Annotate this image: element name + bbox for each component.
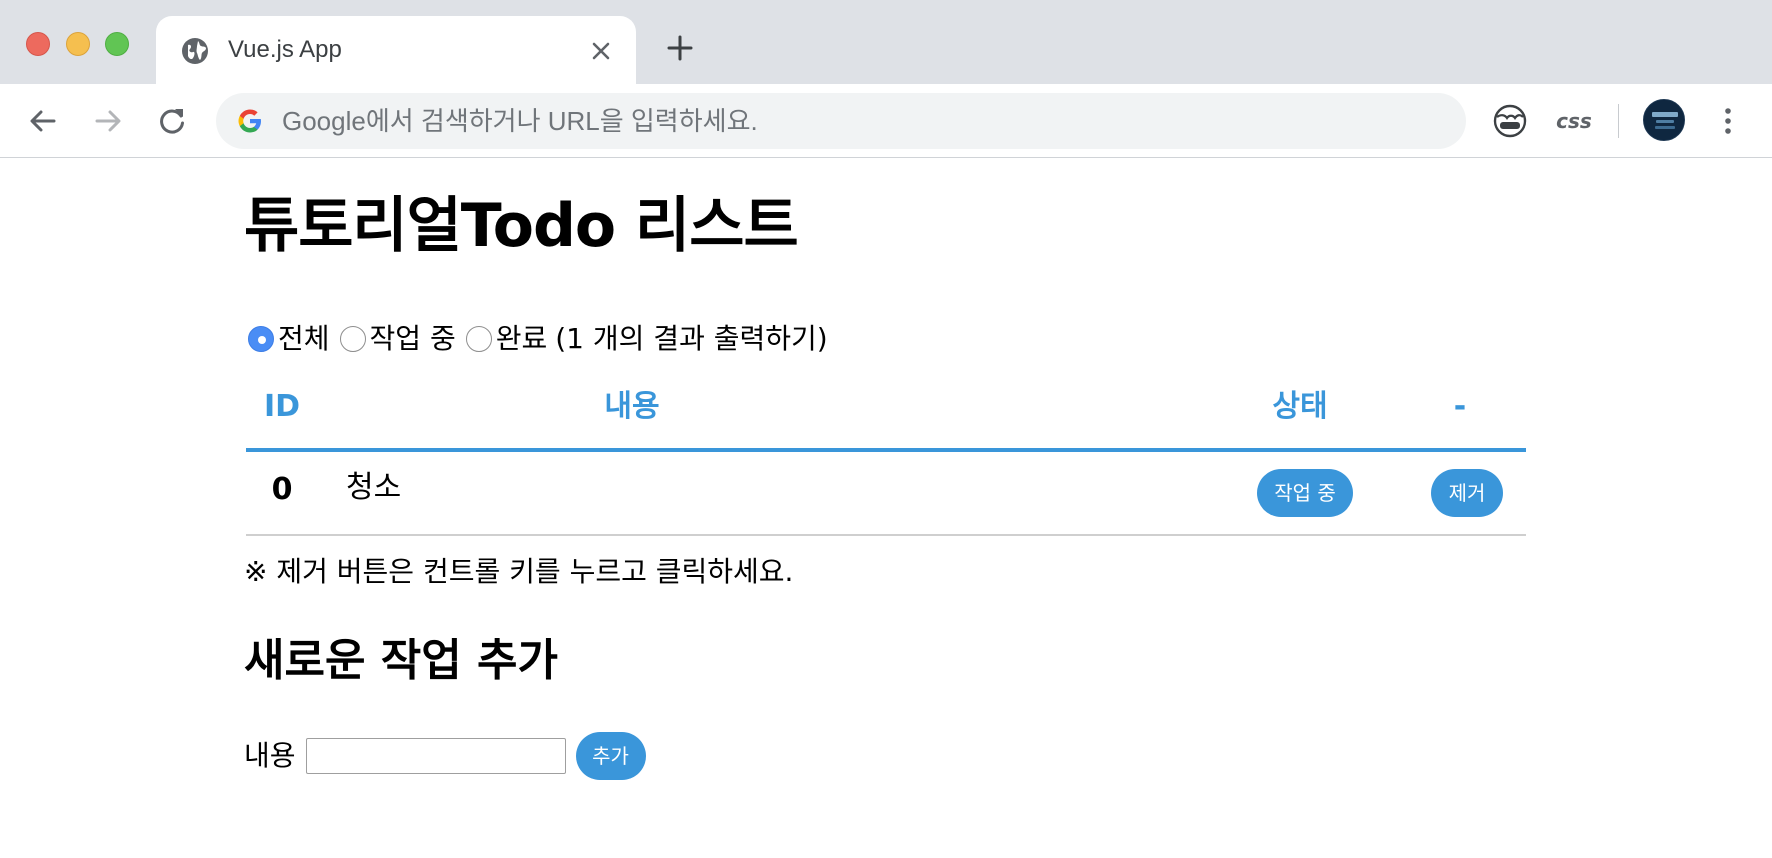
face-extension-icon[interactable] (1491, 102, 1529, 140)
filter-label-all[interactable]: 전체 (278, 321, 330, 357)
add-button[interactable]: 추가 (575, 732, 646, 780)
result-count: (1 개의 결과 출력하기) (555, 322, 828, 355)
tab-title: Vue.js App (228, 36, 342, 63)
window-minimize-button[interactable] (66, 32, 90, 56)
row-id: 0 (271, 472, 293, 507)
reload-icon[interactable] (155, 104, 189, 138)
filter-radio-done[interactable] (465, 326, 492, 352)
window-close-button[interactable] (26, 32, 50, 56)
google-g-icon (238, 109, 261, 133)
css-extension-icon[interactable]: css (1552, 106, 1596, 136)
page-content: 튜토리얼Todo 리스트 전체 작업 중 완료 (1 개의 결과 출력하기) I… (0, 159, 1772, 858)
address-input[interactable] (282, 93, 1442, 149)
browser-tab-active[interactable]: Vue.js App (156, 16, 636, 84)
state-toggle-button[interactable]: 작업 중 (1257, 469, 1353, 517)
arrow-left-icon[interactable] (26, 104, 60, 138)
toolbar-divider (1618, 104, 1619, 138)
remove-button[interactable]: 제거 (1431, 469, 1503, 517)
header-content: 내용 (604, 389, 660, 424)
globe-icon (182, 38, 208, 64)
filter-radio-group: 전체 작업 중 완료 (1 개의 결과 출력하기) (248, 319, 828, 359)
remove-hint-note: ※ 제거 버튼은 컨트롤 키를 누르고 클릭하세요. (244, 555, 794, 588)
filter-radio-working[interactable] (339, 326, 366, 352)
browser-tabstrip: Vue.js App (0, 0, 1772, 84)
avatar-image (1644, 100, 1684, 140)
todo-table: ID 내용 상태 - 0 청소 작업 중 제거 (246, 367, 1526, 536)
filter-label-done[interactable]: 완료 (496, 321, 548, 357)
address-bar[interactable] (216, 93, 1466, 149)
kebab-menu-icon[interactable] (1718, 106, 1738, 136)
arrow-right-icon[interactable] (91, 104, 125, 138)
browser-toolbar: css (0, 84, 1772, 158)
table-header: ID 내용 상태 - (246, 367, 1526, 452)
header-action: - (1453, 389, 1467, 424)
page-title: 튜토리얼Todo 리스트 (244, 191, 799, 261)
header-id: ID (263, 389, 301, 424)
filter-label-working[interactable]: 작업 중 (370, 321, 456, 357)
filter-radio-all[interactable] (248, 326, 274, 352)
profile-avatar[interactable] (1643, 99, 1685, 141)
row-content: 청소 (346, 470, 402, 505)
add-section-title: 새로운 작업 추가 (244, 635, 558, 686)
close-icon[interactable] (588, 38, 614, 64)
window-zoom-button[interactable] (105, 32, 129, 56)
table-row: 0 청소 작업 중 제거 (246, 452, 1526, 536)
plus-icon[interactable] (666, 34, 694, 62)
add-content-input[interactable] (305, 738, 566, 774)
add-todo-form: 내용 추가 (244, 731, 646, 781)
header-state: 상태 (1272, 389, 1328, 424)
add-content-label: 내용 (244, 739, 296, 772)
